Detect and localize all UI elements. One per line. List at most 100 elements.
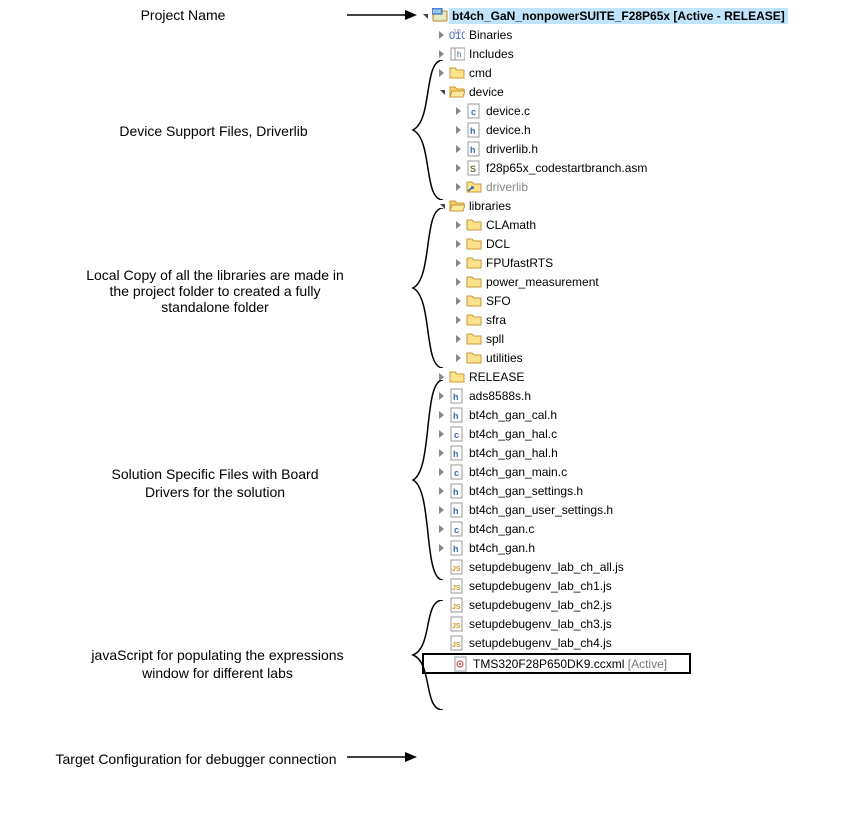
c-file-icon: c	[449, 464, 465, 480]
label-release: RELEASE	[469, 370, 524, 384]
expander-icon[interactable]	[435, 447, 447, 459]
h-file-icon: h	[449, 407, 465, 423]
folder-icon	[466, 217, 482, 233]
expander-icon[interactable]	[452, 162, 464, 174]
h-file-icon: h	[466, 122, 482, 138]
label-driverlib-h: driverlib.h	[486, 142, 538, 156]
tree-item-gan-cal-h[interactable]: h bt4ch_gan_cal.h	[418, 405, 858, 424]
expander-icon[interactable]	[452, 314, 464, 326]
c-file-icon: c	[449, 426, 465, 442]
tree-item-gan-main-c[interactable]: c bt4ch_gan_main.c	[418, 462, 858, 481]
svg-text:h: h	[453, 487, 459, 497]
tree-item-device-c[interactable]: c device.c	[418, 101, 858, 120]
tree-item-driverlib-h[interactable]: h driverlib.h	[418, 139, 858, 158]
expander-icon[interactable]	[452, 238, 464, 250]
tree-item-gan-h[interactable]: h bt4ch_gan.h	[418, 538, 858, 557]
tree-item-includes[interactable]: h Includes	[418, 44, 858, 63]
expander-icon[interactable]	[452, 333, 464, 345]
tree-item-fpufastrts[interactable]: FPUfastRTS	[418, 253, 858, 272]
folder-icon	[466, 255, 482, 271]
tree-item-power-measurement[interactable]: power_measurement	[418, 272, 858, 291]
label-gan-cal-h: bt4ch_gan_cal.h	[469, 408, 557, 422]
expander-icon[interactable]	[435, 86, 447, 98]
expander-icon[interactable]	[435, 542, 447, 554]
svg-text:S: S	[470, 164, 476, 174]
expander-icon[interactable]	[452, 295, 464, 307]
expander-icon[interactable]	[435, 504, 447, 516]
expander-icon[interactable]	[452, 143, 464, 155]
svg-text:h: h	[453, 449, 459, 459]
expander-icon[interactable]	[435, 29, 447, 41]
svg-text:h: h	[470, 145, 476, 155]
expander-icon[interactable]	[435, 466, 447, 478]
tree-item-ccxml[interactable]: TMS320F28P650DK9.ccxml [Active]	[473, 657, 667, 671]
js-file-icon: JS	[449, 597, 465, 613]
tree-item-clamath[interactable]: CLAmath	[418, 215, 858, 234]
expander-icon[interactable]	[435, 409, 447, 421]
tree-item-device[interactable]: device	[418, 82, 858, 101]
expander-icon[interactable]	[435, 67, 447, 79]
tree-item-gan-c[interactable]: c bt4ch_gan.c	[418, 519, 858, 538]
folder-icon	[466, 331, 482, 347]
tree-item-utilities[interactable]: utilities	[418, 348, 858, 367]
expander-icon[interactable]	[435, 371, 447, 383]
tree-item-asm[interactable]: S f28p65x_codestartbranch.asm	[418, 158, 858, 177]
project-root[interactable]: ccs bt4ch_GaN_nonpowerSUITE_F28P65x [Act…	[418, 6, 858, 25]
tree-item-gan-user-h[interactable]: h bt4ch_gan_user_settings.h	[418, 500, 858, 519]
tree-item-sfo[interactable]: SFO	[418, 291, 858, 310]
tree-item-gan-settings-h[interactable]: h bt4ch_gan_settings.h	[418, 481, 858, 500]
tree-item-device-h[interactable]: h device.h	[418, 120, 858, 139]
expander-none	[435, 580, 447, 592]
svg-text:h: h	[453, 392, 459, 402]
expander-icon[interactable]	[418, 10, 430, 22]
tree-item-gan-hal-c[interactable]: c bt4ch_gan_hal.c	[418, 424, 858, 443]
label-binaries: Binaries	[469, 28, 512, 42]
folder-icon	[466, 274, 482, 290]
svg-text:c: c	[454, 430, 459, 440]
label-js-ch3: setupdebugenv_lab_ch3.js	[469, 617, 612, 631]
expander-icon[interactable]	[435, 200, 447, 212]
tree-item-ads8588s[interactable]: h ads8588s.h	[418, 386, 858, 405]
arrow-project-name	[347, 6, 419, 24]
svg-text:ccs: ccs	[433, 9, 441, 15]
expander-icon[interactable]	[452, 105, 464, 117]
tree-item-js-ch4[interactable]: JS setupdebugenv_lab_ch4.js	[418, 633, 858, 652]
expander-icon[interactable]	[452, 181, 464, 193]
expander-icon[interactable]	[435, 428, 447, 440]
label-ccxml: TMS320F28P650DK9.ccxml	[473, 657, 624, 671]
label-fpufastrts: FPUfastRTS	[486, 256, 553, 270]
project-label[interactable]: bt4ch_GaN_nonpowerSUITE_F28P65x [Active …	[449, 8, 788, 24]
expander-icon[interactable]	[452, 124, 464, 136]
tree-item-libraries[interactable]: libraries	[418, 196, 858, 215]
expander-icon[interactable]	[452, 276, 464, 288]
tree-item-driverlib-folder[interactable]: driverlib	[418, 177, 858, 196]
tree-item-sfra[interactable]: sfra	[418, 310, 858, 329]
tree-item-js-all[interactable]: JS setupdebugenv_lab_ch_all.js	[418, 557, 858, 576]
expander-icon[interactable]	[435, 523, 447, 535]
arrow-target-config	[347, 748, 419, 766]
expander-icon[interactable]	[435, 485, 447, 497]
project-tree: ccs bt4ch_GaN_nonpowerSUITE_F28P65x [Act…	[418, 6, 858, 675]
expander-icon[interactable]	[452, 352, 464, 364]
expander-icon[interactable]	[452, 219, 464, 231]
annotation-device-support: Device Support Files, Driverlib	[101, 123, 326, 139]
folder-icon	[449, 65, 465, 81]
label-gan-h: bt4ch_gan.h	[469, 541, 535, 555]
folder-icon	[466, 312, 482, 328]
tree-item-gan-hal-h[interactable]: h bt4ch_gan_hal.h	[418, 443, 858, 462]
tree-item-spll[interactable]: spll	[418, 329, 858, 348]
tree-item-js-ch1[interactable]: JS setupdebugenv_lab_ch1.js	[418, 576, 858, 595]
tree-item-js-ch3[interactable]: JS setupdebugenv_lab_ch3.js	[418, 614, 858, 633]
expander-icon[interactable]	[452, 257, 464, 269]
tree-item-binaries[interactable]: 01010 Binaries	[418, 25, 858, 44]
tree-item-cmd[interactable]: cmd	[418, 63, 858, 82]
c-file-icon: c	[449, 521, 465, 537]
label-utilities: utilities	[486, 351, 523, 365]
label-ccxml-suffix: [Active]	[624, 657, 667, 671]
expander-icon[interactable]	[435, 48, 447, 60]
folder-open-icon	[449, 84, 465, 100]
tree-item-js-ch2[interactable]: JS setupdebugenv_lab_ch2.js	[418, 595, 858, 614]
tree-item-dcl[interactable]: DCL	[418, 234, 858, 253]
tree-item-release[interactable]: RELEASE	[418, 367, 858, 386]
expander-icon[interactable]	[435, 390, 447, 402]
